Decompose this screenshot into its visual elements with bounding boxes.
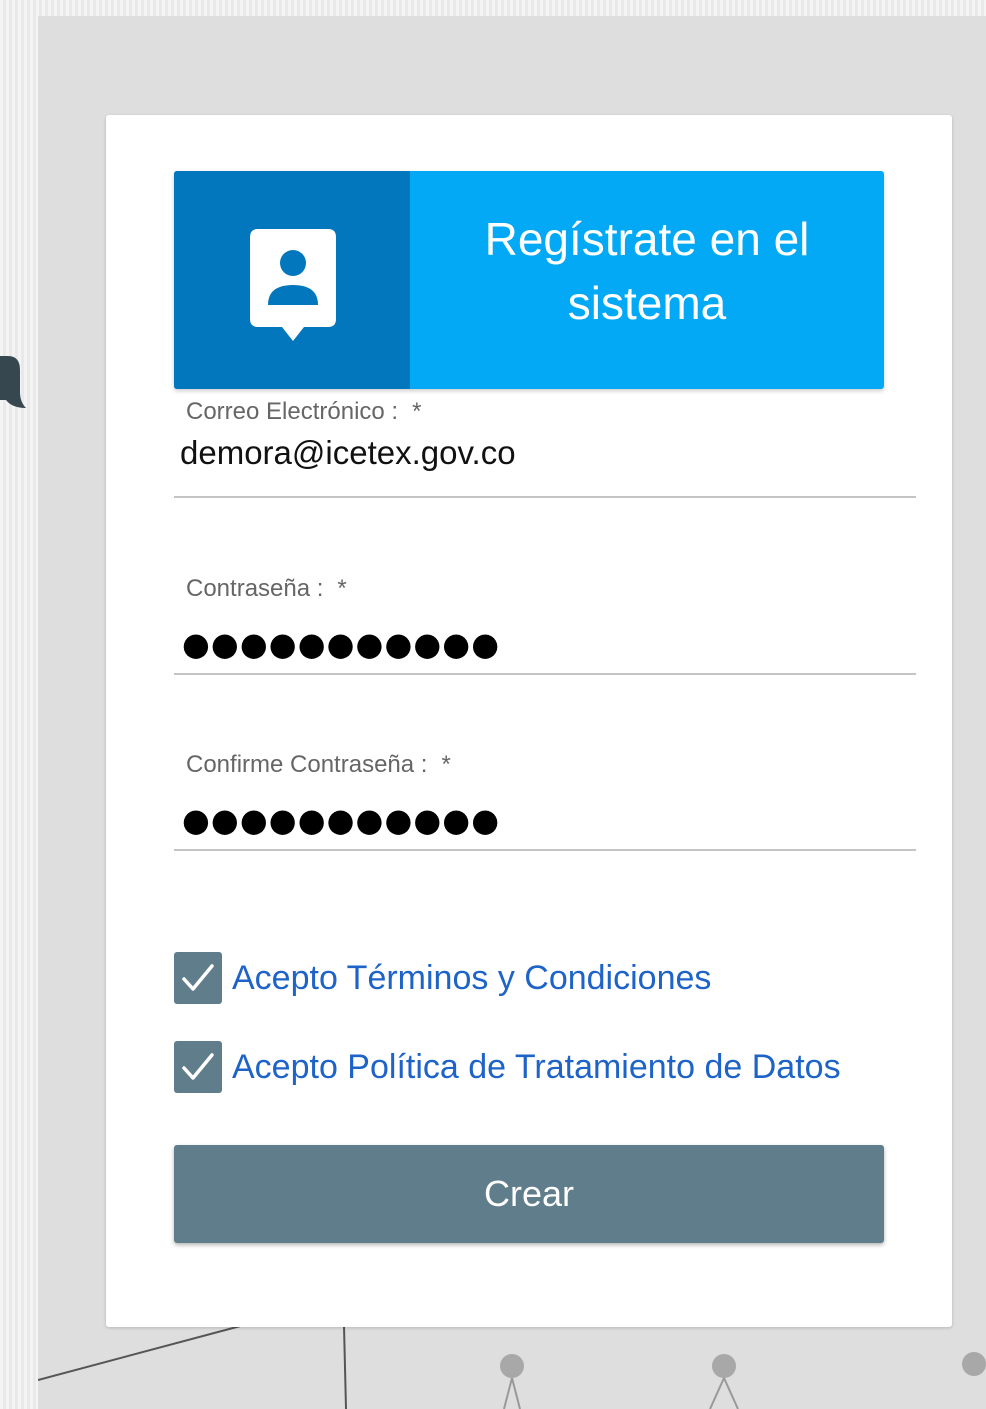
email-label: Correo Electrónico : * <box>186 398 421 426</box>
password-input[interactable]: ●●●●●●●●●●● <box>182 625 500 663</box>
page-title-line1: Regístrate en el <box>484 213 810 265</box>
page-title-line2: sistema <box>567 277 727 329</box>
email-input[interactable]: demora@icetex.gov.co <box>180 434 516 472</box>
password-field[interactable]: Contraseña : * ●●●●●●●●●●● <box>174 575 916 675</box>
register-card: Regístrate en el sistema Correo Electrón… <box>106 115 952 1327</box>
password-required-mark: * <box>337 575 347 602</box>
confirm-password-label-text: Confirme Contraseña : <box>186 751 428 778</box>
confirm-password-underline <box>174 849 916 851</box>
password-underline <box>174 673 916 675</box>
background-left-strip <box>0 0 38 1409</box>
data-policy-checkbox-row[interactable]: Acepto Política de Tratamiento de Datos <box>174 1041 841 1093</box>
register-header: Regístrate en el sistema <box>174 171 884 389</box>
create-button[interactable]: Crear <box>174 1145 884 1243</box>
email-underline <box>174 496 916 498</box>
password-label: Contraseña : * <box>186 575 347 603</box>
data-policy-checkbox[interactable] <box>174 1041 222 1093</box>
header-icon-box <box>174 171 410 389</box>
background-top-strip <box>0 0 986 16</box>
confirm-password-field[interactable]: Confirme Contraseña : * ●●●●●●●●●●● <box>174 751 916 851</box>
side-chat-bubble-icon <box>0 356 26 408</box>
email-field[interactable]: Correo Electrónico : * demora@icetex.gov.… <box>174 398 916 498</box>
contact-user-icon <box>250 229 336 341</box>
email-required-mark: * <box>412 398 422 425</box>
checkmark-icon <box>182 964 214 991</box>
data-policy-link[interactable]: Acepto Política de Tratamiento de Datos <box>232 1048 841 1087</box>
terms-checkbox[interactable] <box>174 952 222 1004</box>
page-title: Regístrate en el sistema <box>410 207 884 335</box>
confirm-password-input[interactable]: ●●●●●●●●●●● <box>182 801 500 839</box>
terms-checkbox-row[interactable]: Acepto Términos y Condiciones <box>174 952 711 1004</box>
password-label-text: Contraseña : <box>186 575 324 602</box>
email-label-text: Correo Electrónico : <box>186 398 399 425</box>
terms-link[interactable]: Acepto Términos y Condiciones <box>232 959 711 998</box>
checkmark-icon <box>182 1053 214 1080</box>
confirm-password-label: Confirme Contraseña : * <box>186 751 451 779</box>
confirm-password-required-mark: * <box>441 751 451 778</box>
